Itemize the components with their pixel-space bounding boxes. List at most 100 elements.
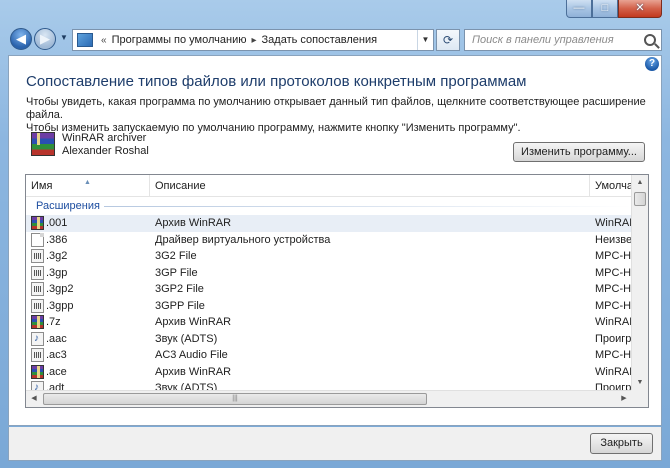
close-window-button[interactable]: ✕ (618, 0, 662, 18)
default-program-cell: Проигр (595, 332, 632, 345)
content-panel: ? Сопоставление типов файлов или протоко… (8, 55, 662, 426)
extension-cell: .3gp2 (46, 283, 74, 295)
list-rows: .001 Архив WinRAR WinRAR .386 Драйвер виртуа… (26, 215, 632, 397)
extension-cell: .3g2 (46, 250, 68, 262)
refresh-button[interactable]: ⟳ (436, 29, 460, 51)
description-line: Чтобы увидеть, какая программа по умолча… (26, 96, 646, 121)
winrar-archive-icon (31, 315, 44, 329)
breadcrumb-separator-icon[interactable]: ▸ (251, 35, 256, 46)
extension-cell: .386 (46, 233, 68, 246)
close-button[interactable]: Закрыть (590, 433, 653, 454)
navigation-bar: ◀ ▶ ▼ « Программы по умолчанию ▸ Задать … (8, 28, 662, 52)
document-icon (31, 232, 44, 247)
search-icon[interactable] (644, 34, 656, 46)
arrow-right-icon: ▶ (40, 31, 50, 46)
minimize-button[interactable]: — (566, 0, 592, 18)
back-button[interactable]: ◀ (10, 28, 32, 50)
search-input[interactable]: Поиск в панели управления (464, 29, 662, 51)
search-placeholder: Поиск в панели управления (472, 34, 614, 46)
scroll-right-icon[interactable]: ▶ (616, 391, 632, 407)
description-cell: Архив WinRAR (155, 217, 232, 229)
default-program-cell: WinRAR (595, 217, 632, 229)
column-header-name[interactable]: ▲ Имя (26, 175, 150, 197)
description-cell: 3GPP File (155, 299, 205, 312)
group-header[interactable]: Расширения (26, 197, 632, 215)
extensions-list[interactable]: ▲ Имя Описание Умолча Расширения .001 Арх… (25, 174, 649, 408)
winrar-icon (31, 132, 55, 156)
help-icon[interactable]: ? (645, 57, 659, 71)
column-header-default[interactable]: Умолча (590, 175, 632, 197)
change-program-button[interactable]: Изменить программу... (513, 142, 645, 162)
list-item[interactable]: .3gpp 3GPP File MPC-HC (26, 298, 632, 315)
page-description: Чтобы увидеть, какая программа по умолча… (26, 96, 646, 135)
control-panel-icon (77, 33, 93, 47)
list-item[interactable]: .3g2 3G2 File MPC-HC (26, 248, 632, 265)
default-program-cell: MPC-HC (595, 349, 632, 361)
sort-ascending-icon: ▲ (84, 179, 91, 186)
scroll-thumb[interactable]: ||| (43, 393, 427, 405)
description-cell: AC3 Audio File (155, 349, 228, 361)
winrar-archive-icon (31, 216, 44, 230)
list-item[interactable]: .7z Архив WinRAR WinRAR (26, 314, 632, 331)
extension-cell: .ac3 (46, 349, 67, 361)
breadcrumb-item[interactable]: Задать сопоставления (262, 34, 378, 46)
arrow-left-icon: ◀ (16, 31, 26, 46)
vertical-scrollbar[interactable]: ▲ ▼ (631, 175, 648, 391)
default-program-cell: MPC-HC (595, 283, 632, 295)
media-file-icon (31, 348, 44, 362)
program-vendor: Alexander Roshal (62, 145, 149, 157)
address-dropdown-icon[interactable]: ▼ (417, 30, 433, 50)
list-item[interactable]: .001 Архив WinRAR WinRAR (26, 215, 632, 232)
default-program-cell: WinRAR (595, 316, 632, 328)
description-cell: Звук (ADTS) (155, 332, 218, 345)
list-item[interactable]: .aac Звук (ADTS) Проигр (26, 331, 632, 348)
list-header: ▲ Имя Описание Умолча (26, 175, 632, 197)
column-header-description[interactable]: Описание (150, 175, 590, 197)
description-cell: 3G2 File (155, 250, 197, 262)
extension-cell: .aac (46, 332, 67, 345)
description-cell: 3GP2 File (155, 283, 204, 295)
media-file-icon (31, 298, 44, 313)
breadcrumb-item[interactable]: Программы по умолчанию (112, 34, 247, 46)
list-item[interactable]: .ace Архив WinRAR WinRAR (26, 364, 632, 381)
group-label: Расширения (36, 200, 100, 212)
refresh-icon: ⟳ (442, 33, 454, 47)
scroll-corner (631, 390, 648, 407)
list-item[interactable]: .ac3 AC3 Audio File MPC-HC (26, 347, 632, 364)
scroll-thumb[interactable] (634, 192, 646, 206)
list-item[interactable]: .3gp2 3GP2 File MPC-HC (26, 281, 632, 298)
scroll-down-icon[interactable]: ▼ (632, 375, 648, 391)
extension-cell: .ace (46, 365, 67, 378)
default-program-cell: MPC-HC (595, 299, 632, 312)
default-program-cell: WinRAR (595, 365, 632, 378)
scroll-up-icon[interactable]: ▲ (632, 175, 648, 191)
breadcrumb-overflow-icon[interactable]: « (101, 35, 107, 46)
caption-buttons: — □ ✕ (566, 0, 662, 18)
default-program-cell: MPC-HC (595, 250, 632, 262)
description-cell: 3GP File (155, 266, 198, 279)
media-file-icon (31, 282, 44, 296)
program-name: WinRAR archiver (62, 132, 147, 144)
media-file-icon (31, 265, 44, 280)
scroll-left-icon[interactable]: ◀ (26, 391, 42, 407)
description-cell: Архив WinRAR (155, 316, 232, 328)
list-item[interactable]: .386 Драйвер виртуального устройства Неизв… (26, 232, 632, 249)
list-item[interactable]: .3gp 3GP File MPC-HC (26, 265, 632, 282)
address-bar[interactable]: « Программы по умолчанию ▸ Задать сопост… (72, 29, 434, 51)
default-program-cell: MPC-HC (595, 266, 632, 279)
description-cell: Драйвер виртуального устройства (155, 233, 331, 246)
horizontal-scrollbar[interactable]: ◀ ||| ▶ (26, 390, 632, 407)
extension-cell: .001 (46, 217, 68, 229)
extension-cell: .3gpp (46, 299, 74, 312)
description-cell: Архив WinRAR (155, 365, 232, 378)
audio-file-icon (31, 331, 44, 347)
forward-button[interactable]: ▶ (34, 28, 56, 50)
page-title: Сопоставление типов файлов или протоколо… (26, 73, 527, 90)
extension-cell: .3gp (46, 266, 68, 279)
winrar-archive-icon (31, 364, 44, 379)
default-program-cell: Неизвес (595, 233, 632, 246)
media-file-icon (31, 249, 44, 263)
recent-pages-dropdown[interactable]: ▼ (60, 33, 70, 45)
extension-cell: .7z (46, 316, 61, 328)
maximize-button[interactable]: □ (592, 0, 618, 18)
